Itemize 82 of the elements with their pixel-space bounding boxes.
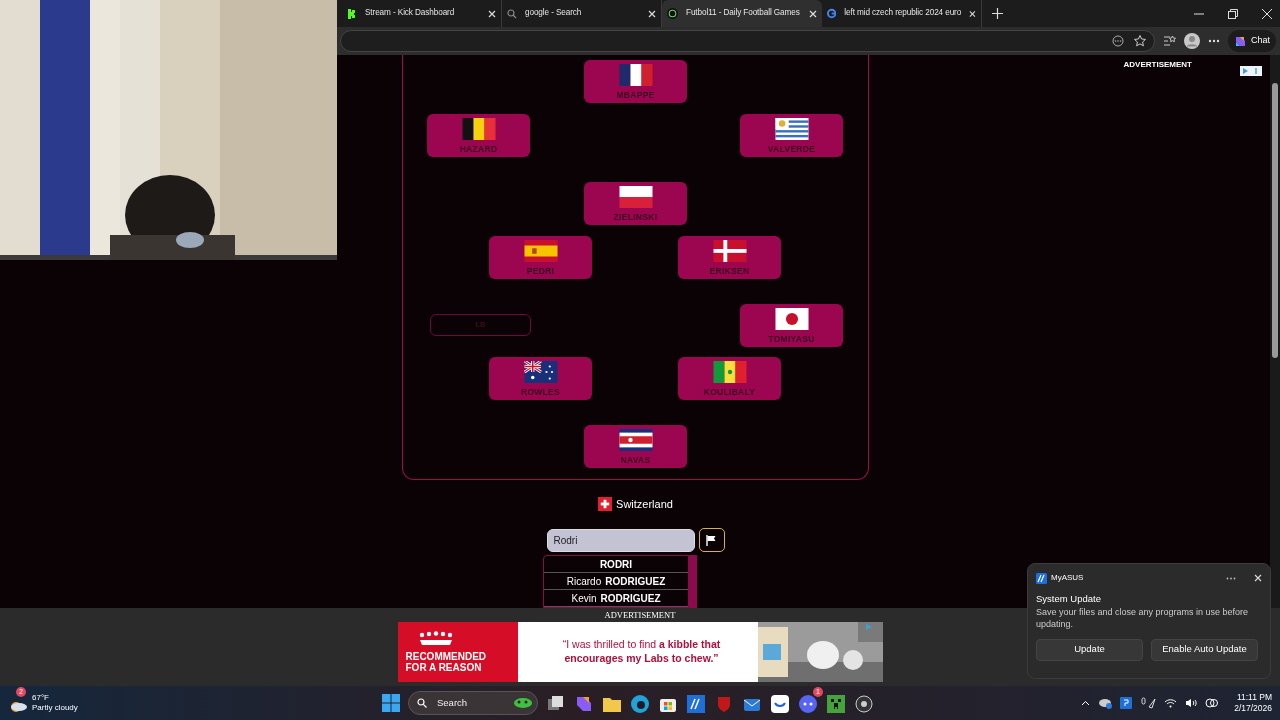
search-field[interactable]: Search (435, 694, 505, 712)
smile-icon[interactable] (770, 693, 790, 714)
browser-tab[interactable]: Futbol11 - Daily Football Games (662, 0, 822, 27)
player-search-field[interactable]: Rodri (546, 528, 695, 552)
more-icon[interactable] (1112, 35, 1124, 47)
app-logo-icon (1036, 572, 1047, 584)
google-logo-icon (827, 8, 837, 19)
suggestion-item[interactable]: RODRI (544, 556, 688, 573)
chevron-up-icon[interactable] (1081, 700, 1091, 706)
enable-auto-update-button[interactable]: Enable Auto Update (1151, 638, 1258, 661)
flag-icon (712, 361, 747, 383)
wifi-icon[interactable] (1164, 698, 1178, 708)
record-icon[interactable] (854, 693, 874, 714)
ad-label: ADVERTISEMENT (604, 609, 676, 622)
new-tab-icon[interactable] (992, 8, 1003, 19)
cloud-icon[interactable] (1098, 697, 1113, 709)
player-name: NAVAS (620, 455, 651, 464)
chat-app-icon[interactable] (798, 693, 818, 714)
temperature: 67°F (32, 692, 50, 703)
flag-button[interactable] (698, 528, 725, 552)
close-icon[interactable] (488, 9, 496, 18)
notification-message: Save your files and close any programs in use before updating. (1036, 606, 1250, 631)
flag-icon (706, 534, 717, 546)
app-tile-icon[interactable] (1120, 697, 1133, 709)
start-icon[interactable] (382, 694, 400, 712)
star-icon[interactable] (1134, 35, 1146, 47)
copilot-icon (1234, 34, 1247, 48)
player-name: VALVERDE (767, 144, 816, 153)
weather-condition: Partly cloudy (32, 703, 78, 714)
player-name: TOMIYASU (768, 334, 815, 343)
volume-icon[interactable] (1185, 698, 1198, 708)
close-icon[interactable] (1254, 574, 1262, 582)
suggestion-item[interactable]: Kevin RODRIGUEZ (544, 590, 688, 607)
flag-icon (461, 118, 496, 140)
flag-icon (712, 240, 747, 262)
taskbar-search-field[interactable]: Search (408, 691, 538, 715)
player-name: MBAPPE (616, 90, 655, 99)
player-name: HAZARD (459, 144, 498, 153)
search-icon (417, 698, 427, 708)
flag-icon (618, 429, 653, 451)
notification-title: System Update (1036, 592, 1102, 606)
app-name: MyASUS (1051, 572, 1085, 584)
suggestion-item[interactable]: Ricardo RODRIGUEZ (544, 573, 688, 590)
player-name: KOULIBALY (703, 387, 756, 396)
profile-icon[interactable] (1184, 33, 1200, 49)
browser-icon[interactable] (630, 693, 650, 714)
country-name: Switzerland (616, 496, 673, 512)
ad-headline: RECOMMENDED FOR A REASON (405, 651, 486, 673)
close-icon[interactable] (969, 9, 976, 18)
more-icon[interactable] (1208, 39, 1220, 43)
close-icon[interactable] (648, 9, 656, 18)
mask-icon (513, 696, 533, 710)
ad-label: ADVERTISEMENT (1123, 59, 1192, 71)
player-name: ROWLES (520, 387, 561, 396)
player-name: PEDRI (526, 266, 555, 275)
more-icon[interactable] (1226, 576, 1236, 580)
scrollbar-thumb[interactable] (1272, 83, 1278, 358)
app-tile-icon[interactable] (686, 693, 706, 714)
flag-icon (523, 361, 558, 383)
close-icon[interactable] (1262, 8, 1272, 19)
creeper-icon[interactable] (826, 693, 846, 714)
scrollbar[interactable] (689, 555, 697, 608)
flag-icon (774, 308, 809, 330)
kick-logo-icon (347, 8, 357, 19)
flag-icon (618, 186, 653, 208)
flag-icon (598, 496, 613, 511)
clock[interactable]: 11:11 PM 2/17/2026 (1234, 691, 1272, 715)
restore-icon[interactable] (1228, 8, 1238, 19)
close-icon[interactable] (809, 9, 817, 18)
favorites-icon[interactable] (1163, 35, 1176, 47)
site-logo-icon (667, 8, 678, 19)
player-name: ERIKSEN (709, 266, 750, 275)
search-icon (507, 8, 517, 19)
flag-icon (774, 118, 809, 140)
chat-button[interactable]: Chat (1228, 30, 1276, 52)
ad-quote: “I was thrilled to find a kibble that encourages my Labs to chew.” (561, 638, 722, 666)
player-name: ZIELINSKI (613, 212, 658, 221)
update-button[interactable]: Update (1036, 638, 1143, 661)
ad-choices-icon[interactable] (1240, 66, 1262, 76)
flag-icon (618, 64, 653, 86)
ad-banner[interactable]: RECOMMENDED FOR A REASON “I was thrilled to find a kibble that encourages my Labs to chew.” (397, 622, 883, 682)
flag-icon (523, 240, 558, 262)
